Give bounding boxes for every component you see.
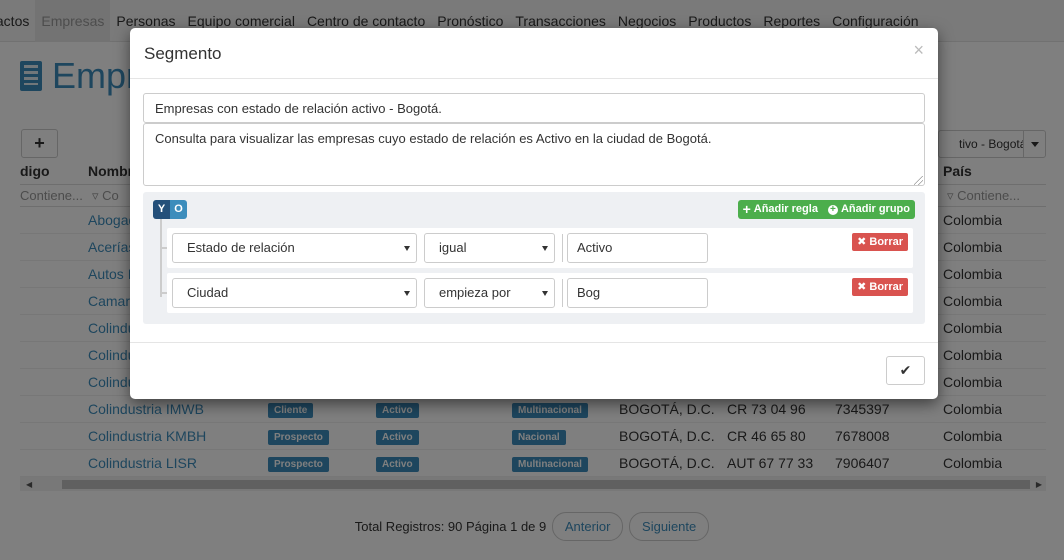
close-icon[interactable]: × bbox=[913, 40, 924, 61]
rule-connector bbox=[160, 247, 167, 249]
caret-down-icon bbox=[404, 246, 410, 251]
segment-name-input[interactable] bbox=[143, 93, 925, 123]
rule-separator bbox=[562, 234, 563, 262]
caret-down-icon bbox=[404, 291, 410, 296]
condition-toggle: Y O bbox=[153, 200, 187, 219]
rule-row: Ciudad empieza por Bog ✖ Borrar bbox=[160, 273, 913, 313]
segment-description-textarea[interactable]: Consulta para visualizar las empresas cu… bbox=[143, 123, 925, 186]
rule-operator-select[interactable]: empieza por bbox=[424, 278, 555, 308]
tree-connector bbox=[160, 219, 162, 297]
segment-modal: Segmento × Consulta para visualizar las … bbox=[130, 28, 938, 399]
times-icon: ✖ bbox=[857, 236, 870, 248]
rule-connector bbox=[160, 292, 167, 294]
rule-field-select[interactable]: Estado de relación bbox=[172, 233, 417, 263]
confirm-button[interactable]: ✔ bbox=[886, 356, 925, 385]
query-builder: Y O + Añadir regla + Añadir grupo Estado d… bbox=[143, 192, 925, 324]
modal-header: Segmento × bbox=[130, 28, 938, 79]
add-rule-button[interactable]: + Añadir regla bbox=[737, 200, 823, 219]
rule-value-input[interactable]: Activo bbox=[567, 233, 708, 263]
rule-operator-select[interactable]: igual bbox=[424, 233, 555, 263]
plus-icon: + bbox=[742, 201, 751, 217]
check-icon: ✔ bbox=[899, 362, 912, 378]
times-icon: ✖ bbox=[857, 281, 870, 293]
rule-row: Estado de relación igual Activo ✖ Borrar bbox=[160, 228, 913, 268]
caret-down-icon bbox=[542, 291, 548, 296]
plus-circle-icon: + bbox=[827, 204, 838, 215]
delete-rule-button[interactable]: ✖ Borrar bbox=[852, 278, 908, 296]
add-group-button[interactable]: + Añadir grupo bbox=[822, 200, 915, 219]
modal-footer: ✔ bbox=[130, 342, 938, 399]
rule-value-input[interactable]: Bog bbox=[567, 278, 708, 308]
rule-field-select[interactable]: Ciudad bbox=[172, 278, 417, 308]
caret-down-icon bbox=[542, 246, 548, 251]
resize-grip-icon[interactable] bbox=[914, 176, 923, 185]
condition-or-button[interactable]: O bbox=[170, 200, 187, 219]
group-actions: + Añadir regla + Añadir grupo bbox=[737, 200, 915, 219]
rule-separator bbox=[562, 279, 563, 307]
condition-and-button[interactable]: Y bbox=[153, 200, 170, 219]
modal-title: Segmento bbox=[144, 44, 222, 63]
delete-rule-button[interactable]: ✖ Borrar bbox=[852, 233, 908, 251]
